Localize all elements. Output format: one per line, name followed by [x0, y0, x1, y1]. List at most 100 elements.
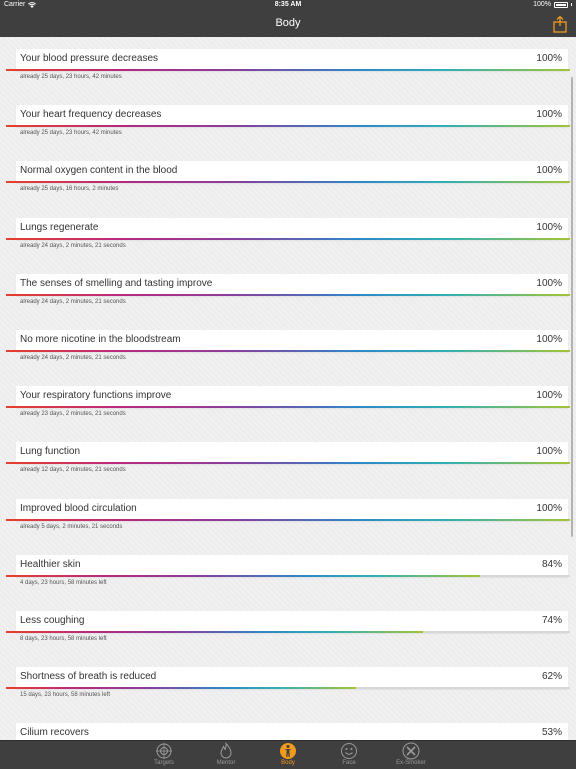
tab-ex-smoker[interactable]: Ex-Smoker [386, 741, 436, 769]
item-title: Cilium recovers [20, 727, 89, 738]
status-right: 100% [533, 1, 572, 8]
item-title: Shortness of breath is reduced [20, 671, 157, 682]
item-card[interactable]: Lungs regenerate 100% [16, 218, 568, 240]
item-title: Lungs regenerate [20, 222, 99, 233]
progress-bar [6, 181, 570, 183]
tab-face[interactable]: Face [324, 741, 374, 769]
item-card[interactable]: Shortness of breath is reduced 62% [16, 667, 568, 689]
battery-percent: 100% [533, 1, 551, 8]
tab-label: Targets [154, 760, 174, 766]
item-percent: 53% [541, 727, 562, 738]
progress-fill [6, 462, 570, 464]
list-item[interactable]: The senses of smelling and tasting impro… [0, 262, 576, 318]
item-percent: 100% [536, 446, 562, 457]
page-title: Body [275, 17, 301, 29]
progress-bar [6, 519, 570, 521]
progress-fill [6, 238, 570, 240]
progress-bar [6, 575, 570, 577]
tab-mentor[interactable]: Mentor [201, 741, 251, 769]
tab-label: Ex-Smoker [396, 760, 426, 766]
progress-bar [6, 687, 570, 689]
list-item[interactable]: Shortness of breath is reduced 62% 15 days… [0, 655, 576, 711]
item-title: Your blood pressure decreases [20, 53, 159, 64]
item-percent: 74% [541, 615, 562, 626]
item-card[interactable]: No more nicotine in the bloodstream 100% [16, 330, 568, 352]
item-card[interactable]: Your blood pressure decreases 100% [16, 49, 568, 71]
list-item[interactable]: Normal oxygen content in the blood 100% al… [0, 149, 576, 205]
item-percent: 100% [536, 165, 562, 176]
item-subtitle: already 12 days, 2 minutes, 21 seconds [20, 467, 126, 473]
item-title: No more nicotine in the bloodstream [20, 334, 181, 345]
item-subtitle: already 25 days, 16 hours, 2 minutes [20, 186, 119, 192]
navigation-bar: Body [0, 12, 576, 37]
status-bar: Carrier 8:35 AM 100% [0, 0, 576, 12]
item-title: Improved blood circulation [20, 503, 137, 514]
list-item[interactable]: Your respiratory functions improve 100% al… [0, 374, 576, 430]
item-subtitle: already 23 days, 2 minutes, 21 seconds [20, 411, 126, 417]
item-percent: 100% [536, 334, 562, 345]
tools-icon [402, 742, 420, 760]
item-percent: 100% [536, 109, 562, 120]
item-percent: 62% [541, 671, 562, 682]
list-item[interactable]: Lung function 100% already 12 days, 2 minu… [0, 430, 576, 486]
progress-fill [6, 406, 570, 408]
progress-bar [6, 462, 570, 464]
list-item[interactable]: Healthier skin 84% 4 days, 23 hours, 58 mi… [0, 543, 576, 599]
list-item[interactable]: Less coughing 74% 8 days, 23 hours, 58 min… [0, 599, 576, 655]
list-item[interactable]: Cilium recovers 53% [0, 711, 576, 740]
item-subtitle: 8 days, 23 hours, 58 minutes left [20, 636, 107, 642]
tab-body[interactable]: Body [263, 741, 313, 769]
item-card[interactable]: Your heart frequency decreases 100% [16, 105, 568, 127]
progress-bar [6, 406, 570, 408]
flame-icon [220, 742, 232, 759]
share-icon[interactable] [552, 15, 568, 33]
list-item[interactable]: Lungs regenerate 100% already 24 days, 2 m… [0, 206, 576, 262]
item-title: Less coughing [20, 615, 85, 626]
list-item[interactable]: No more nicotine in the bloodstream 100% a… [0, 318, 576, 374]
item-card[interactable]: Cilium recovers 53% [16, 723, 568, 740]
tab-targets[interactable]: Targets [139, 741, 189, 769]
item-card[interactable]: Lung function 100% [16, 442, 568, 464]
item-percent: 100% [536, 390, 562, 401]
tab-label: Body [281, 760, 295, 766]
health-progress-list[interactable]: Your blood pressure decreases 100% already… [0, 37, 576, 740]
progress-fill [6, 631, 424, 633]
tab-label: Face [342, 760, 356, 766]
item-card[interactable]: The senses of smelling and tasting impro… [16, 274, 568, 296]
progress-fill [6, 687, 356, 689]
progress-fill [6, 125, 570, 127]
progress-bar [6, 294, 570, 296]
item-title: Healthier skin [20, 559, 81, 570]
battery-tip [571, 3, 572, 6]
progress-bar [6, 350, 570, 352]
list-item[interactable]: Your blood pressure decreases 100% already… [0, 37, 576, 93]
item-percent: 100% [536, 278, 562, 289]
progress-bar [6, 238, 570, 240]
item-card[interactable]: Improved blood circulation 100% [16, 499, 568, 521]
item-subtitle: already 25 days, 23 hours, 42 minutes [20, 74, 122, 80]
progress-fill [6, 69, 570, 71]
progress-bar [6, 125, 570, 127]
item-title: Normal oxygen content in the blood [20, 165, 178, 176]
body-icon [280, 743, 296, 759]
item-card[interactable]: Normal oxygen content in the blood 100% [16, 161, 568, 183]
list-item[interactable]: Improved blood circulation 100% already 5 … [0, 487, 576, 543]
item-subtitle: already 24 days, 2 minutes, 21 seconds [20, 355, 126, 361]
item-percent: 84% [541, 559, 562, 570]
item-card[interactable]: Less coughing 74% [16, 611, 568, 633]
progress-fill [6, 350, 570, 352]
progress-fill [6, 294, 570, 296]
progress-fill [6, 181, 570, 183]
list-item[interactable]: Your heart frequency decreases 100% alread… [0, 93, 576, 149]
scroll-indicator[interactable] [571, 77, 573, 537]
item-subtitle: 4 days, 23 hours, 58 minutes left [20, 580, 107, 586]
item-title: Your heart frequency decreases [20, 109, 162, 120]
item-card[interactable]: Your respiratory functions improve 100% [16, 386, 568, 408]
progress-fill [6, 519, 570, 521]
item-title: Lung function [20, 446, 81, 457]
item-subtitle: already 25 days, 23 hours, 42 minutes [20, 130, 122, 136]
item-title: Your respiratory functions improve [20, 390, 172, 401]
item-subtitle: already 5 days, 2 minutes, 21 seconds [20, 524, 123, 530]
item-card[interactable]: Healthier skin 84% [16, 555, 568, 577]
item-subtitle: 15 days, 23 hours, 58 minutes left [20, 692, 111, 698]
